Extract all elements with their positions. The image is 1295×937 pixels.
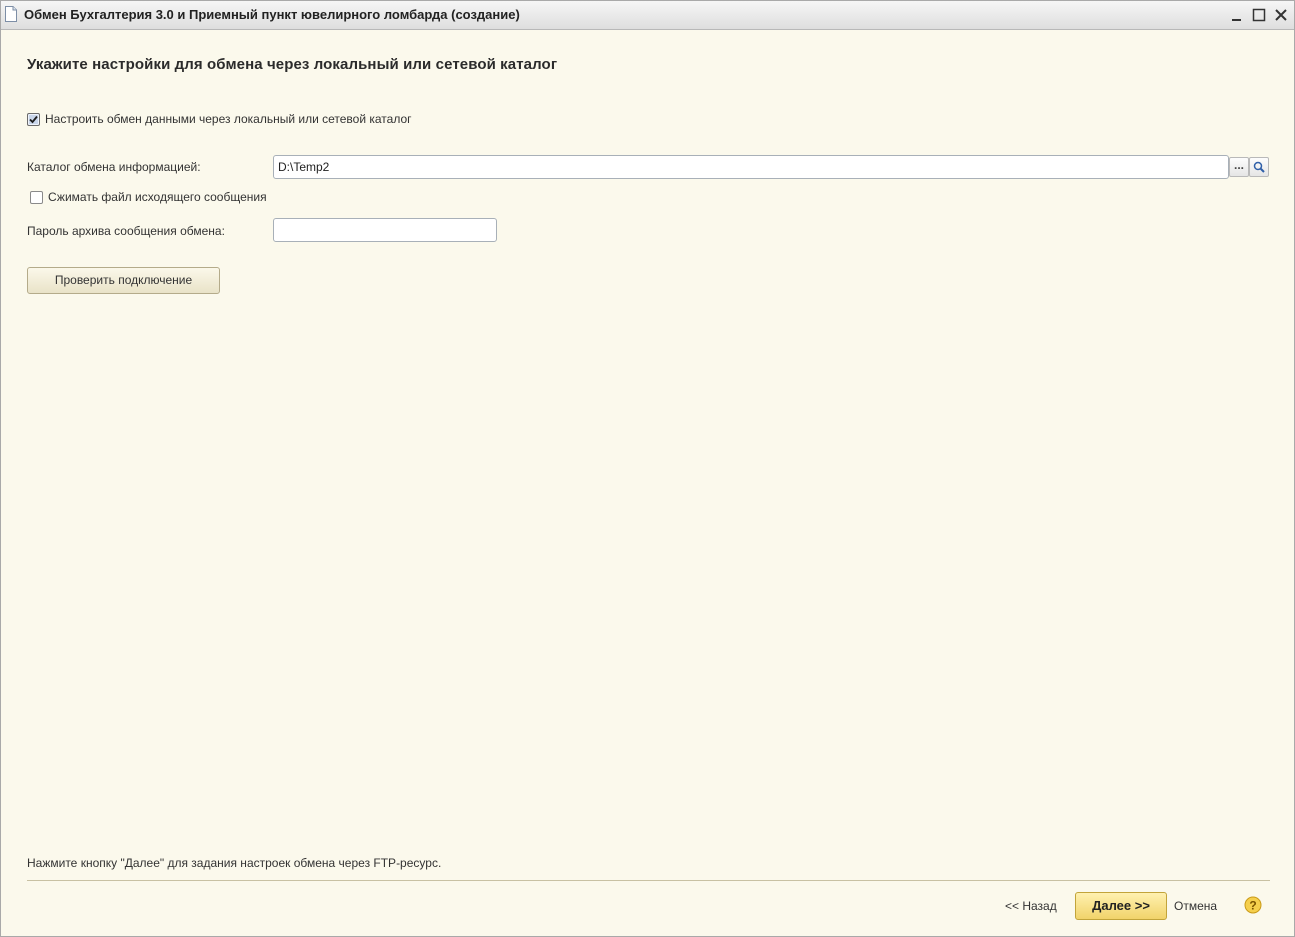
close-icon xyxy=(1275,9,1287,21)
minimize-button[interactable] xyxy=(1230,4,1244,26)
minimize-icon xyxy=(1232,19,1241,21)
cancel-button[interactable]: Отмена xyxy=(1174,899,1217,913)
password-input[interactable] xyxy=(273,218,497,242)
footer-divider xyxy=(27,880,1270,881)
window-title: Обмен Бухгалтерия 3.0 и Приемный пункт ю… xyxy=(24,7,520,22)
footer-hint: Нажмите кнопку "Далее" для задания настр… xyxy=(27,856,442,870)
open-directory-button[interactable] xyxy=(1249,157,1269,177)
close-button[interactable] xyxy=(1274,4,1288,26)
compress-label[interactable]: Сжимать файл исходящего сообщения xyxy=(48,190,267,204)
magnifier-icon xyxy=(1253,161,1265,173)
compress-checkbox[interactable] xyxy=(30,191,43,204)
maximize-icon xyxy=(1252,8,1266,22)
window-controls xyxy=(1230,3,1288,27)
test-connection-button[interactable]: Проверить подключение xyxy=(27,267,220,294)
directory-label: Каталог обмена информацией: xyxy=(27,160,201,174)
wizard-window: Обмен Бухгалтерия 3.0 и Приемный пункт ю… xyxy=(0,0,1295,937)
directory-input[interactable]: D:\Temp2 xyxy=(273,155,1229,179)
title-bar[interactable]: Обмен Бухгалтерия 3.0 и Приемный пункт ю… xyxy=(1,1,1294,30)
form-heading: Укажите настройки для обмена через локал… xyxy=(27,56,558,73)
next-button[interactable]: Далее >> xyxy=(1075,892,1167,920)
help-icon[interactable]: ? xyxy=(1244,896,1262,914)
maximize-button[interactable] xyxy=(1252,4,1266,26)
document-icon xyxy=(5,6,17,22)
choose-directory-button[interactable]: ... xyxy=(1229,157,1249,177)
back-button[interactable]: << Назад xyxy=(1005,899,1057,913)
setup-exchange-label[interactable]: Настроить обмен данными через локальный … xyxy=(45,112,412,126)
setup-exchange-checkbox[interactable] xyxy=(27,113,40,126)
checkmark-icon xyxy=(29,115,38,124)
svg-text:?: ? xyxy=(1249,899,1256,913)
password-label: Пароль архива сообщения обмена: xyxy=(27,224,225,238)
